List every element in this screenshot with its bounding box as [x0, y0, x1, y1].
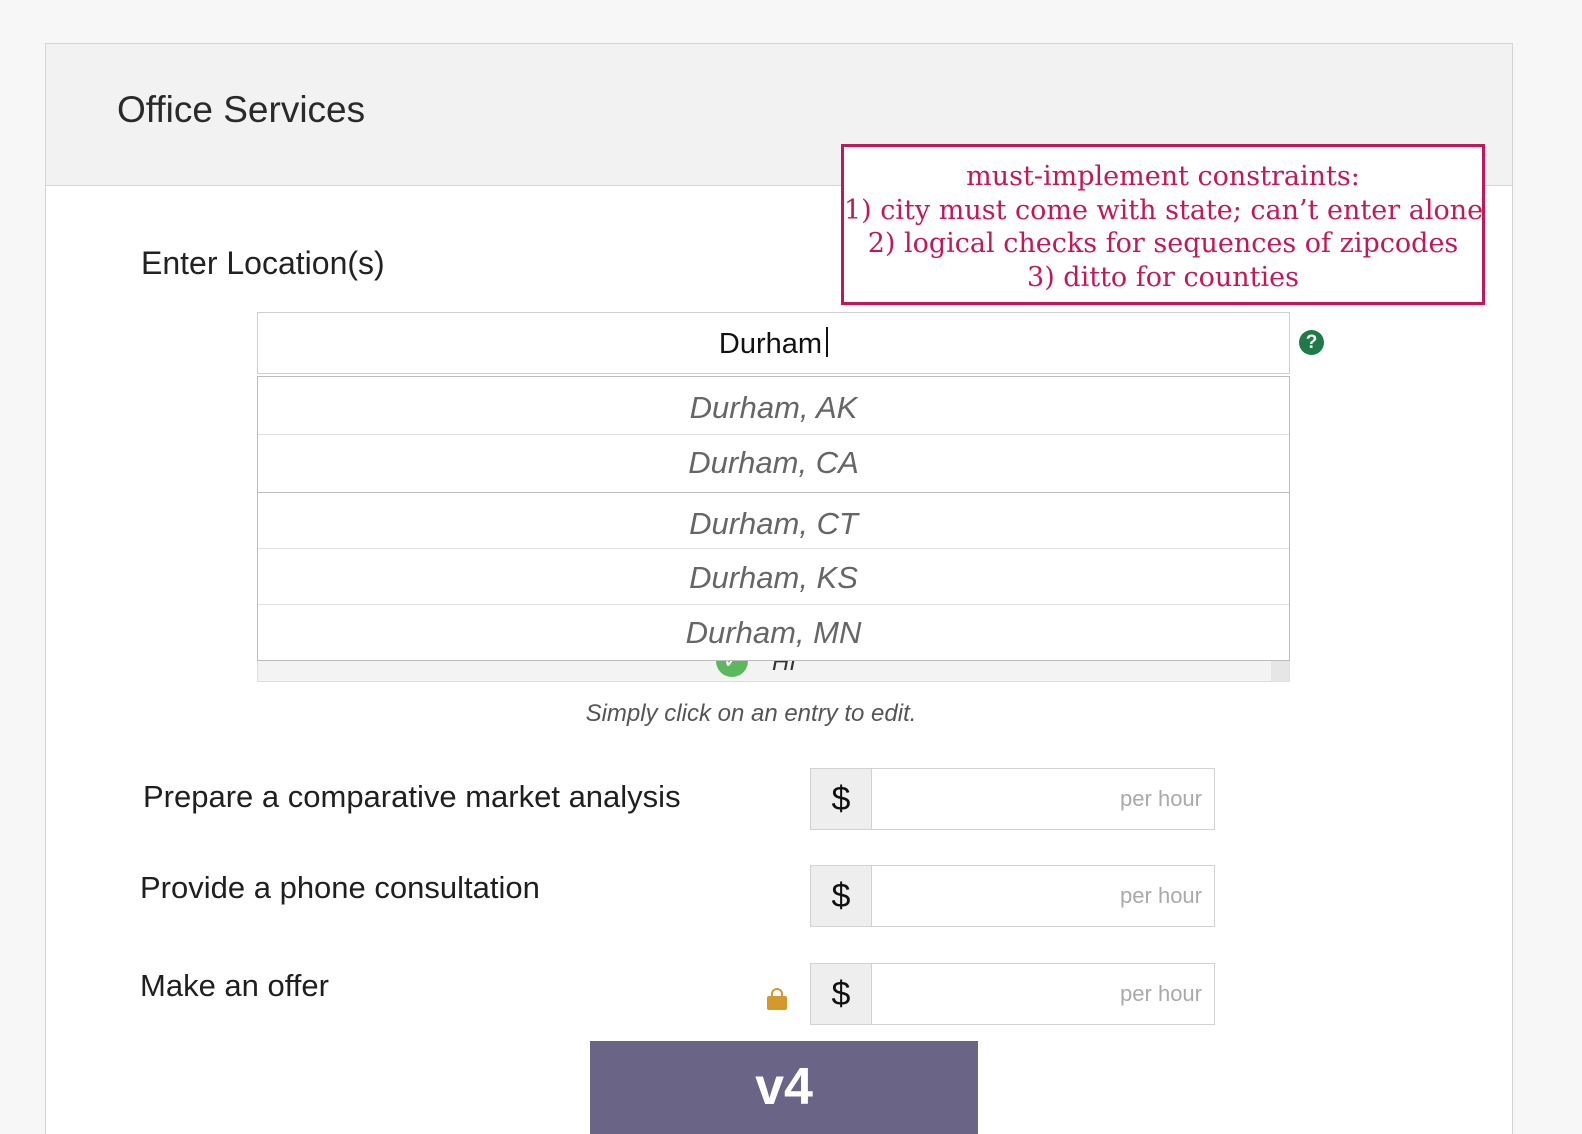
price-input-phone[interactable] — [872, 866, 1214, 926]
suggestion-item[interactable]: Durham, CT — [258, 493, 1289, 549]
page-title: Office Services — [117, 89, 366, 130]
price-group-offer: $ — [810, 963, 1215, 1025]
suggestion-item[interactable]: Durham, AK — [258, 377, 1289, 435]
version-banner: v4 — [590, 1041, 978, 1134]
price-group-cma: $ — [810, 768, 1215, 830]
help-icon[interactable]: ? — [1299, 330, 1324, 355]
dollar-addon: $ — [811, 769, 872, 829]
suggestion-item[interactable]: Durham, MN — [258, 605, 1289, 660]
annotation-line: must-implement constraints: — [966, 161, 1360, 192]
annotation-line: 3) ditto for counties — [1027, 261, 1299, 293]
location-section-label: Enter Location(s) — [141, 245, 385, 281]
dollar-addon: $ — [811, 964, 872, 1024]
service-label-offer: Make an offer — [140, 968, 329, 1003]
edit-helper-text: Simply click on an entry to edit. — [585, 700, 917, 727]
annotation-line: 1) city must come with state; can’t ente… — [844, 194, 1484, 226]
location-input-value: Durham — [718, 328, 823, 360]
annotation-line: 2) logical checks for sequences of zipco… — [867, 228, 1459, 259]
service-label-cma: Prepare a comparative market analysis — [143, 779, 681, 814]
suggestion-item[interactable]: Durham, KS — [258, 549, 1289, 605]
constraints-annotation: must-implement constraints: 1) city must… — [841, 144, 1485, 305]
location-input[interactable]: Durham — [257, 312, 1290, 374]
price-group-phone: $ — [810, 865, 1215, 927]
suggestion-item[interactable]: Durham, CA — [258, 435, 1289, 493]
price-input-offer[interactable] — [872, 964, 1214, 1024]
price-input-cma[interactable] — [872, 769, 1214, 829]
lock-icon — [767, 988, 787, 1010]
service-label-phone: Provide a phone consultation — [140, 870, 540, 905]
dollar-addon: $ — [811, 866, 872, 926]
text-caret — [826, 327, 829, 358]
autocomplete-dropdown: Durham, AK Durham, CA Durham, CT Durham,… — [257, 376, 1290, 661]
